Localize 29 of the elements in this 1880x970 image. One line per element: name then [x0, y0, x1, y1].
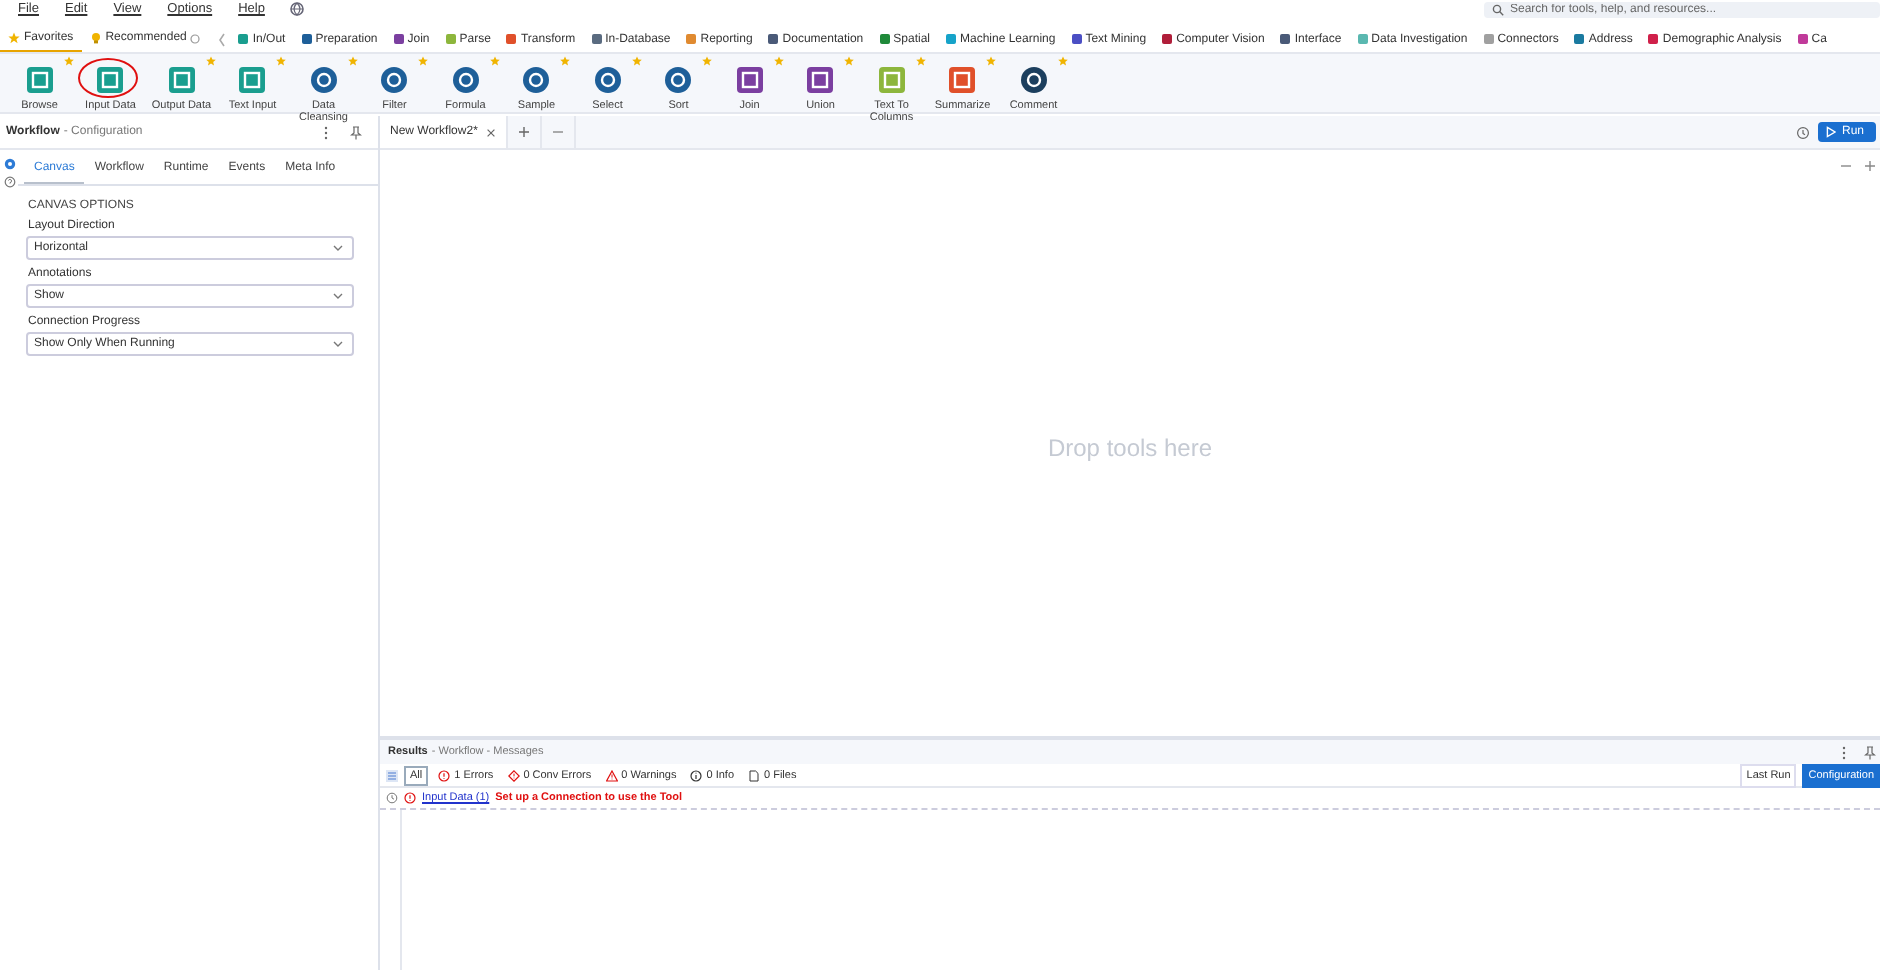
pin-icon[interactable]: [1864, 745, 1876, 759]
help-icon[interactable]: [3, 176, 15, 188]
pin-icon[interactable]: [350, 125, 362, 139]
warning-icon: [605, 769, 618, 781]
chevron-left-icon[interactable]: [216, 31, 229, 47]
search-icon: [1492, 4, 1504, 16]
play-icon: [1825, 126, 1836, 138]
close-icon[interactable]: [485, 127, 496, 137]
info-icon: [690, 769, 703, 781]
error-icon: [507, 769, 520, 781]
chevron-down-icon: [332, 292, 344, 300]
globe-icon: [290, 2, 305, 16]
plus-icon[interactable]: [517, 126, 530, 138]
star-icon: [8, 32, 20, 44]
info-icon: [190, 33, 201, 43]
lightbulb-icon: [89, 32, 102, 44]
file-icon: [748, 769, 761, 781]
error-icon: [404, 792, 416, 804]
chevron-down-icon: [332, 340, 344, 348]
more-icon[interactable]: [322, 125, 330, 139]
settings-icon[interactable]: [3, 158, 15, 170]
more-icon[interactable]: [1840, 745, 1848, 759]
error-icon: [438, 769, 451, 781]
canvas-placeholder: Drop tools here: [1047, 434, 1213, 462]
zoom-out-icon[interactable]: [1840, 160, 1852, 172]
clock-icon: [386, 792, 398, 804]
history-icon[interactable]: [1795, 125, 1810, 139]
zoom-in-icon[interactable]: [1864, 160, 1876, 172]
chevron-down-icon: [332, 244, 344, 252]
